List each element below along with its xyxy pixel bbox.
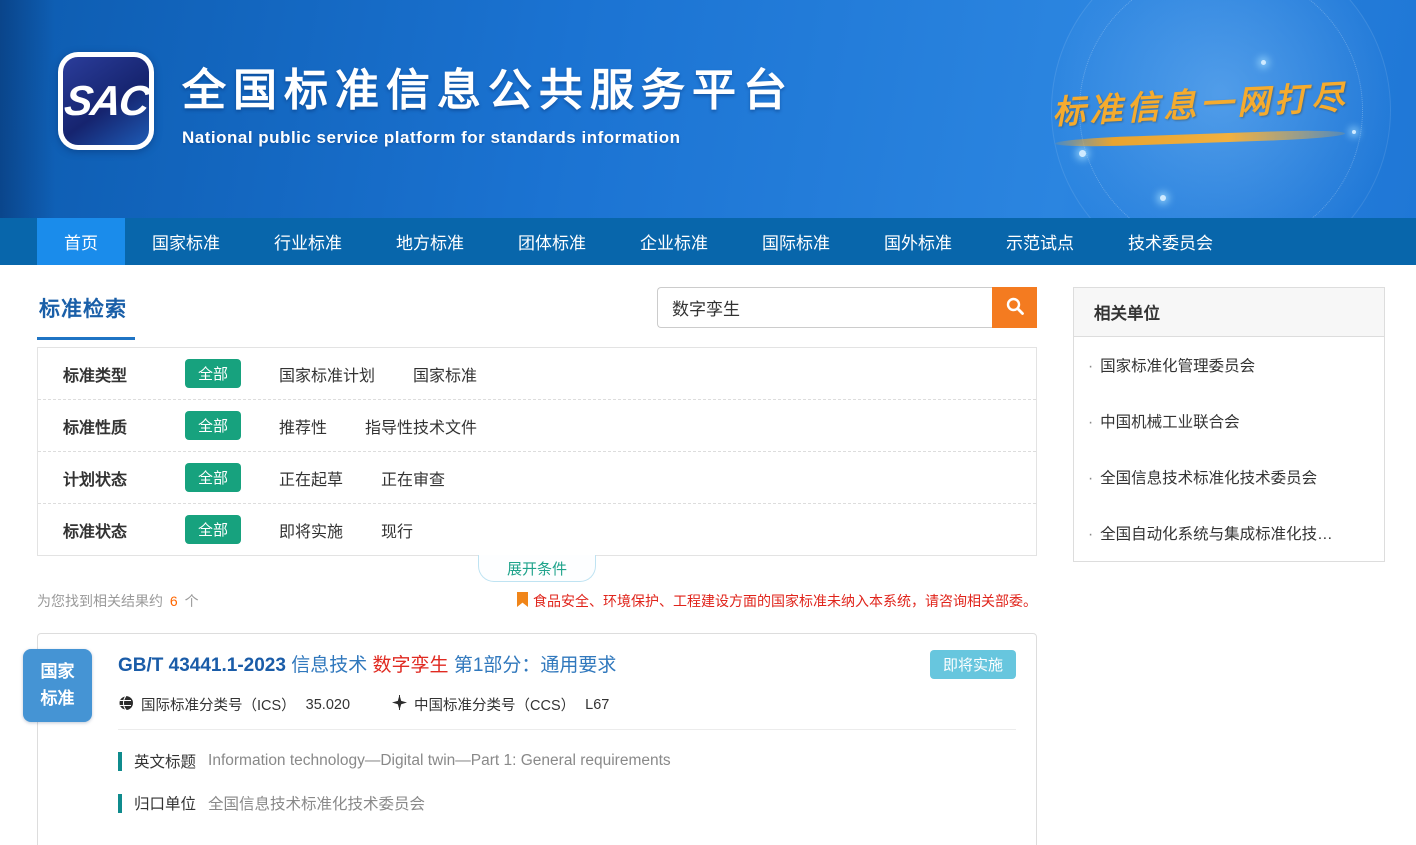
- panel-title: 相关单位: [1074, 288, 1384, 337]
- slogan-text: 标准信息一网打尽: [1051, 70, 1349, 133]
- summary-prefix: 为您找到相关结果约: [37, 593, 163, 609]
- nav-item-home[interactable]: 首页: [37, 218, 125, 265]
- nav-item-national-standards[interactable]: 国家标准: [125, 218, 247, 265]
- notice-text: 食品安全、环境保护、工程建设方面的国家标准未纳入本系统，请咨询相关部委。: [533, 591, 1037, 611]
- search-icon: [1005, 296, 1025, 319]
- tab-standard-search[interactable]: 标准检索: [37, 287, 135, 340]
- filter-label: 标准状态: [63, 518, 155, 542]
- standard-code: GB/T 43441.1-2023: [118, 655, 286, 676]
- committee-value: 全国信息技术标准化技术委员会: [208, 792, 425, 814]
- filter-option[interactable]: 推荐性: [279, 414, 327, 438]
- filter-option[interactable]: 指导性技术文件: [365, 414, 477, 438]
- row-marker: [118, 794, 122, 813]
- ics-label: 国际标准分类号（ICS）: [141, 694, 296, 715]
- sac-logo-text: SAC: [61, 77, 150, 125]
- system-notice: 食品安全、环境保护、工程建设方面的国家标准未纳入本系统，请咨询相关部委。: [517, 591, 1037, 611]
- filter-label: 标准类型: [63, 362, 155, 386]
- related-organizations-panel: 相关单位 国家标准化管理委员会 中国机械工业联合会 全国信息技术标准化技术委员会…: [1073, 287, 1385, 562]
- nav-item-industry-standards[interactable]: 行业标准: [247, 218, 369, 265]
- ics-classification: 国际标准分类号（ICS） 35.020: [118, 694, 350, 715]
- committee-row: 归口单位 全国信息技术标准化技术委员会: [118, 792, 1016, 814]
- filter-label: 计划状态: [63, 466, 155, 490]
- header-banner: SAC 全国标准信息公共服务平台 National public service…: [0, 0, 1416, 218]
- filter-all-button[interactable]: 全部: [185, 359, 241, 388]
- main-nav: 首页 国家标准 行业标准 地方标准 团体标准 企业标准 国际标准 国外标准 示范…: [0, 218, 1416, 265]
- standard-title-highlight: 数字孪生: [373, 655, 449, 676]
- status-badge: 即将实施: [930, 650, 1016, 679]
- english-title-value: Information technology—Digital twin—Part…: [208, 752, 671, 770]
- english-title-label: 英文标题: [134, 750, 196, 772]
- filter-option[interactable]: 正在起草: [279, 466, 343, 490]
- nav-item-technical-committees[interactable]: 技术委员会: [1101, 218, 1240, 265]
- site-title: 全国标准信息公共服务平台: [182, 54, 794, 118]
- spark-dot: [1079, 150, 1086, 157]
- badge-line: 国家: [41, 659, 75, 685]
- nav-item-local-standards[interactable]: 地方标准: [369, 218, 491, 265]
- nav-item-foreign-standards[interactable]: 国外标准: [857, 218, 979, 265]
- standard-title-part: 第1部分：通用要求: [454, 655, 617, 676]
- standard-result-card: 国家 标准 GB/T 43441.1-2023 信息技术 数字孪生 第1部分：通…: [37, 633, 1037, 845]
- results-summary: 为您找到相关结果约 6 个: [37, 591, 199, 611]
- ccs-value: L67: [585, 697, 609, 713]
- filter-option[interactable]: 现行: [381, 518, 413, 542]
- bookmark-icon: [517, 592, 533, 610]
- slogan: 标准信息一网打尽: [1052, 78, 1348, 143]
- badge-line: 标准: [41, 686, 75, 712]
- spark-dot: [1160, 195, 1166, 201]
- row-marker: [118, 752, 122, 771]
- filter-row-standard-nature: 标准性质 全部 推荐性 指导性技术文件: [38, 399, 1036, 451]
- filter-all-button[interactable]: 全部: [185, 463, 241, 492]
- sidebar-item-sac[interactable]: 国家标准化管理委员会: [1074, 337, 1384, 393]
- spark-dot: [1261, 60, 1266, 65]
- national-standard-badge: 国家 标准: [23, 649, 92, 722]
- nav-item-pilot[interactable]: 示范试点: [979, 218, 1101, 265]
- globe-icon: [118, 695, 141, 715]
- committee-label: 归口单位: [134, 792, 196, 814]
- expand-conditions-button[interactable]: 展开条件: [478, 555, 596, 582]
- filter-panel: 标准类型 全部 国家标准计划 国家标准 标准性质 全部 推荐性 指导性技术文件 …: [37, 347, 1037, 556]
- filter-option[interactable]: 即将实施: [279, 518, 343, 542]
- site-subtitle: National public service platform for sta…: [182, 128, 794, 148]
- ccs-label: 中国标准分类号（CCS）: [414, 694, 575, 715]
- sidebar-item-automation-committee[interactable]: 全国自动化系统与集成标准化技…: [1074, 505, 1384, 561]
- standard-title-link[interactable]: GB/T 43441.1-2023 信息技术 数字孪生 第1部分：通用要求: [118, 650, 616, 677]
- sidebar-item-machinery-federation[interactable]: 中国机械工业联合会: [1074, 393, 1384, 449]
- english-title-row: 英文标题 Information technology—Digital twin…: [118, 750, 1016, 772]
- divider: [118, 729, 1016, 730]
- filter-all-button[interactable]: 全部: [185, 411, 241, 440]
- ics-value: 35.020: [306, 697, 350, 713]
- filter-row-standard-status: 标准状态 全部 即将实施 现行: [38, 503, 1036, 555]
- sac-logo[interactable]: SAC: [58, 52, 154, 150]
- nav-item-international-standards[interactable]: 国际标准: [735, 218, 857, 265]
- spark-dot: [1352, 130, 1356, 134]
- filter-option[interactable]: 国家标准计划: [279, 362, 375, 386]
- filter-row-plan-status: 计划状态 全部 正在起草 正在审查: [38, 451, 1036, 503]
- standard-title-part: 信息技术: [291, 655, 367, 676]
- filter-label: 标准性质: [63, 414, 155, 438]
- search-button[interactable]: [992, 287, 1037, 328]
- compass-icon: [392, 695, 414, 714]
- filter-all-button[interactable]: 全部: [185, 515, 241, 544]
- nav-item-group-standards[interactable]: 团体标准: [491, 218, 613, 265]
- filter-row-standard-type: 标准类型 全部 国家标准计划 国家标准: [38, 348, 1036, 399]
- sidebar-item-it-standards-committee[interactable]: 全国信息技术标准化技术委员会: [1074, 449, 1384, 505]
- filter-option[interactable]: 正在审查: [381, 466, 445, 490]
- search-input[interactable]: [657, 287, 992, 328]
- filter-option[interactable]: 国家标准: [413, 362, 477, 386]
- summary-suffix: 个: [185, 593, 199, 609]
- results-count: 6: [167, 593, 181, 609]
- ccs-classification: 中国标准分类号（CCS） L67: [392, 694, 609, 715]
- nav-item-enterprise-standards[interactable]: 企业标准: [613, 218, 735, 265]
